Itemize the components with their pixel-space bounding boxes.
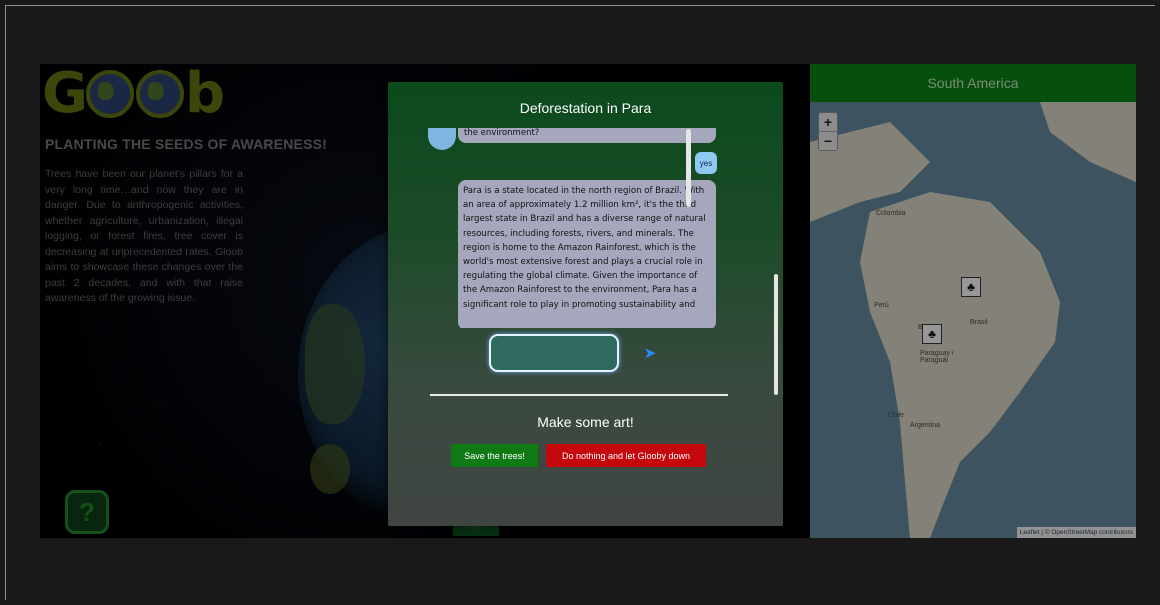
bot-avatar <box>428 128 456 150</box>
chat-scrollbar[interactable] <box>686 129 691 207</box>
send-icon[interactable]: ➤ <box>641 344 659 362</box>
do-nothing-button[interactable]: Do nothing and let Glooby down <box>546 444 706 467</box>
chat-input[interactable] <box>489 334 619 372</box>
modal-scrollbar[interactable] <box>774 274 778 395</box>
chat-window[interactable]: the environment? yes Para is a state loc… <box>428 128 718 328</box>
art-section-title: Make some art! <box>537 414 634 430</box>
modal-divider <box>430 394 728 396</box>
bot-message-para: Para is a state located in the north reg… <box>458 180 716 328</box>
save-trees-button[interactable]: Save the trees! <box>451 444 538 467</box>
modal-title: Deforestation in Para <box>519 100 652 116</box>
deforestation-modal: Deforestation in Para the environment? y… <box>388 82 783 526</box>
user-message: yes <box>695 152 717 174</box>
bot-message: the environment? <box>458 128 716 143</box>
